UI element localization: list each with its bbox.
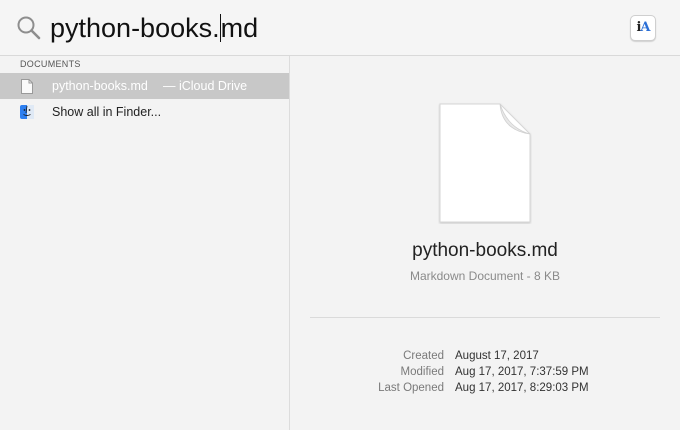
metadata-value: Aug 17, 2017, 8:29:03 PM	[455, 382, 589, 394]
app-icon-accent: A	[640, 20, 650, 35]
metadata-label: Created	[403, 350, 444, 362]
metadata-row-modified: Modified Aug 17, 2017, 7:37:59 PM	[290, 366, 680, 382]
preview-pane: python-books.md Markdown Document - 8 KB…	[290, 56, 680, 430]
metadata-row-last-opened: Last Opened Aug 17, 2017, 8:29:03 PM	[290, 382, 680, 398]
document-icon	[21, 79, 33, 94]
document-preview-icon	[439, 103, 531, 223]
show-all-in-finder[interactable]: Show all in Finder...	[0, 99, 289, 125]
finder-icon	[20, 105, 34, 119]
result-item-location: — iCloud Drive	[163, 79, 248, 93]
result-item-label: Show all in Finder...	[52, 105, 162, 119]
metadata-label: Modified	[400, 366, 444, 378]
preview-subtitle: Markdown Document - 8 KB	[409, 269, 561, 283]
search-bar: python-books.md iA	[0, 0, 680, 56]
ia-writer-app-icon[interactable]: iA	[630, 15, 656, 41]
metadata-label: Last Opened	[378, 382, 444, 394]
divider	[310, 317, 660, 318]
metadata-value: Aug 17, 2017, 7:37:59 PM	[455, 366, 589, 378]
section-header-documents: DOCUMENTS	[20, 59, 81, 69]
preview-title: python-books.md	[412, 240, 558, 261]
result-item-label: python-books.md	[52, 79, 148, 93]
search-query-before-caret: python-books.	[50, 13, 220, 43]
search-icon	[17, 16, 41, 40]
metadata-row-created: Created August 17, 2017	[290, 350, 680, 366]
results-list: DOCUMENTS python-books.md — iCloud Drive…	[0, 56, 290, 430]
spotlight-window: python-books.md iA DOCUMENTS python-book…	[0, 0, 680, 430]
search-query-after-caret: md	[220, 13, 259, 43]
search-input[interactable]: python-books.md	[50, 8, 610, 48]
metadata-value: August 17, 2017	[455, 350, 539, 362]
result-item-python-books[interactable]: python-books.md — iCloud Drive	[0, 73, 289, 99]
